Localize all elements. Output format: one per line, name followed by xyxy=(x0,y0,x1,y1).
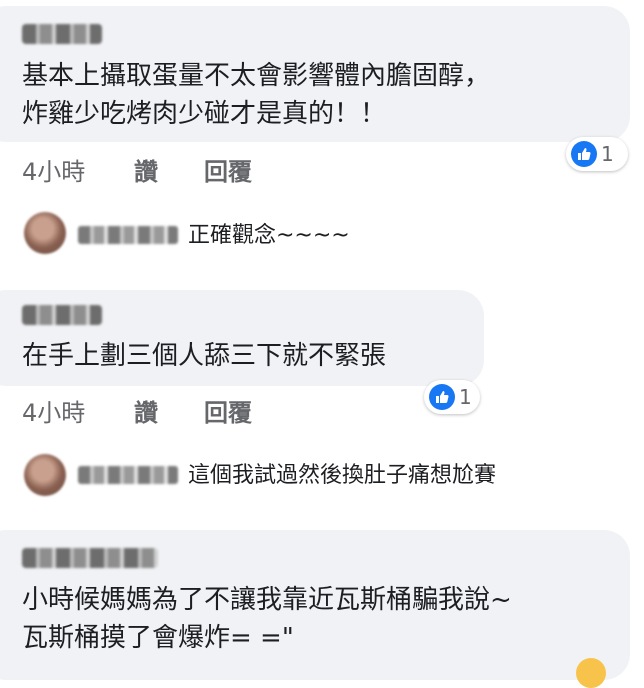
comment-text-line: 小時候媽媽為了不讓我靠近瓦斯桶騙我說~ xyxy=(22,585,512,615)
like-button[interactable]: 讚 xyxy=(134,152,158,187)
reaction-count: 1 xyxy=(459,385,472,409)
thumbs-up-icon xyxy=(571,141,597,167)
haha-reaction-icon[interactable] xyxy=(576,658,606,688)
comment-text-line: 在手上劃三個人舔三下就不緊張 xyxy=(22,341,387,371)
comment-actions: 4小時 讚 回覆 xyxy=(22,393,322,427)
comment-text-line: 瓦斯桶摸了會爆炸= =" xyxy=(22,623,294,653)
thumbs-up-icon xyxy=(429,384,455,410)
reply-button[interactable]: 回覆 xyxy=(204,152,252,187)
reply-text: 這個我試過然後換肚子痛想尬賽 xyxy=(188,463,497,488)
commenter-name-blurred[interactable] xyxy=(22,24,102,44)
reply-button[interactable]: 回覆 xyxy=(204,393,252,428)
reply-text: 正確觀念~~~~ xyxy=(188,223,350,248)
comment-text-line: 基本上攝取蛋量不太會影響體內膽固醇， xyxy=(22,61,491,91)
timestamp[interactable]: 4小時 xyxy=(22,393,85,428)
reply-author-name-blurred[interactable] xyxy=(78,466,178,484)
reaction-badge[interactable]: 1 xyxy=(424,380,480,414)
avatar[interactable] xyxy=(24,212,66,254)
avatar[interactable] xyxy=(24,454,66,496)
timestamp[interactable]: 4小時 xyxy=(22,152,85,187)
like-button[interactable]: 讚 xyxy=(134,393,158,428)
reaction-count: 1 xyxy=(601,142,614,166)
reply-author-name-blurred[interactable] xyxy=(78,226,178,244)
reaction-badge[interactable]: 1 xyxy=(566,137,628,171)
comment-text-line: 炸雞少吃烤肉少碰才是真的！！ xyxy=(22,99,387,129)
commenter-name-blurred[interactable] xyxy=(22,548,158,568)
comment-actions: 4小時 讚 回覆 xyxy=(22,152,322,186)
commenter-name-blurred[interactable] xyxy=(22,305,102,325)
